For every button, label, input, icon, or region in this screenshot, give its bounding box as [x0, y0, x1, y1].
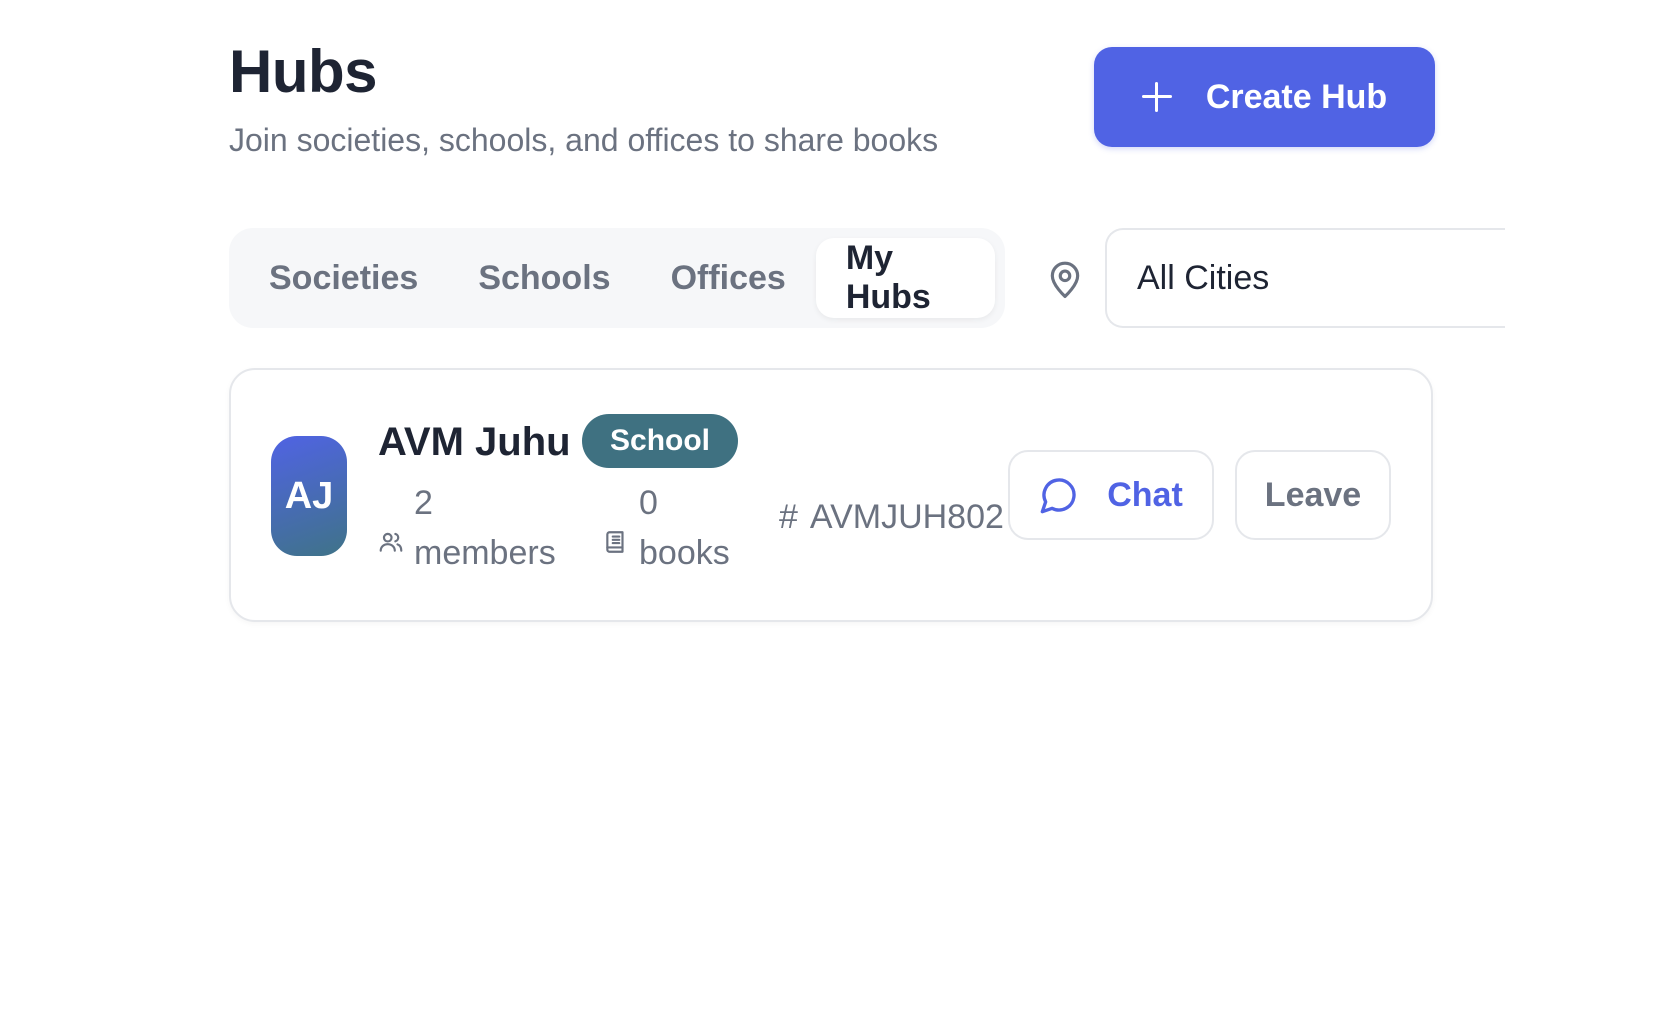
leave-label: Leave: [1264, 475, 1362, 514]
hub-members: 2 members: [378, 478, 556, 578]
tab-offices[interactable]: Offices: [641, 238, 816, 318]
hub-type-tabs: Societies Schools Offices My Hubs: [229, 228, 1005, 328]
tab-schools[interactable]: Schools: [448, 238, 640, 318]
tab-my-hubs[interactable]: My Hubs: [815, 238, 995, 318]
create-hub-label: Create Hub: [1205, 77, 1388, 116]
map-pin-icon: [1050, 261, 1080, 298]
create-hub-button[interactable]: Create Hub: [1094, 47, 1435, 147]
plus-icon: [1141, 82, 1172, 112]
page-header: Hubs Join societies, schools, and office…: [229, 36, 938, 160]
hub-card: AJ AVM Juhu School 2 members 0 books # A…: [229, 368, 1433, 622]
page-subtitle: Join societies, schools, and offices to …: [229, 122, 939, 158]
tab-societies[interactable]: Societies: [239, 238, 448, 318]
hub-code: # AVMJUH802: [779, 498, 1004, 537]
hub-code-value: AVMJUH802: [809, 498, 1004, 536]
chat-label: Chat: [1107, 475, 1183, 514]
hubs-page: Hubs Join societies, schools, and office…: [0, 0, 1667, 1015]
page-title: Hubs: [229, 38, 378, 105]
hub-name: AVM Juhu: [378, 420, 571, 464]
books-count: 0: [639, 484, 658, 522]
hub-books: 0 books: [603, 478, 730, 578]
hub-avatar: AJ: [271, 436, 347, 556]
city-select[interactable]: All Cities: [1105, 228, 1505, 328]
hub-type-badge: School: [582, 414, 739, 468]
members-count: 2: [414, 484, 433, 522]
users-icon: [379, 532, 403, 552]
city-select-value: All Cities: [1137, 258, 1270, 297]
chat-button[interactable]: Chat: [1008, 450, 1214, 540]
leave-button[interactable]: Leave: [1235, 450, 1391, 540]
hash-icon: #: [779, 498, 798, 536]
chat-bubble-icon: [1040, 478, 1076, 514]
members-label: members: [414, 534, 556, 572]
book-icon: [606, 531, 624, 553]
books-label: books: [639, 534, 730, 572]
